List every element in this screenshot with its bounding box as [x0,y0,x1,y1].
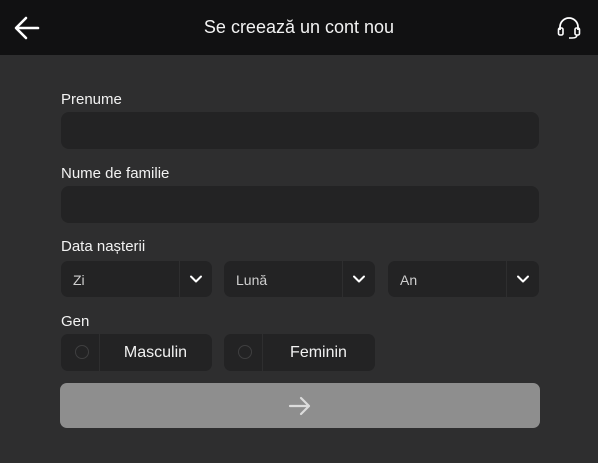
chevron-down-icon [517,275,529,283]
day-select-value: Zi [73,272,85,288]
support-button[interactable] [556,15,582,41]
year-select-value: An [400,272,418,288]
header-bar: Se creează un cont nou [0,0,598,55]
day-select[interactable]: Zi [61,261,212,297]
chevron-down-icon [353,275,365,283]
month-select[interactable]: Lună [224,261,375,297]
last-name-label: Nume de familie [61,165,170,182]
month-select-value: Lună [236,272,268,288]
select-divider [179,261,180,297]
select-divider [506,261,507,297]
arrow-right-icon [288,396,311,416]
last-name-input[interactable] [61,186,539,223]
select-divider [342,261,343,297]
headset-icon [557,17,581,39]
gender-option-label: Masculin [123,344,188,361]
gender-label: Gen [61,313,90,330]
gender-option-female[interactable]: Feminin [224,334,375,371]
page-title: Se creează un cont nou [203,17,395,37]
radio-circle-icon [75,345,89,359]
year-select[interactable]: An [388,261,539,297]
first-name-input[interactable] [61,112,539,149]
chevron-down-icon [190,275,202,283]
gender-option-label: Feminin [290,344,347,361]
radio-circle-icon [238,345,252,359]
first-name-label: Prenume [61,91,122,108]
birth-date-label: Data nașterii [61,238,146,255]
submit-button[interactable] [60,383,540,428]
gender-option-male[interactable]: Masculin [61,334,212,371]
